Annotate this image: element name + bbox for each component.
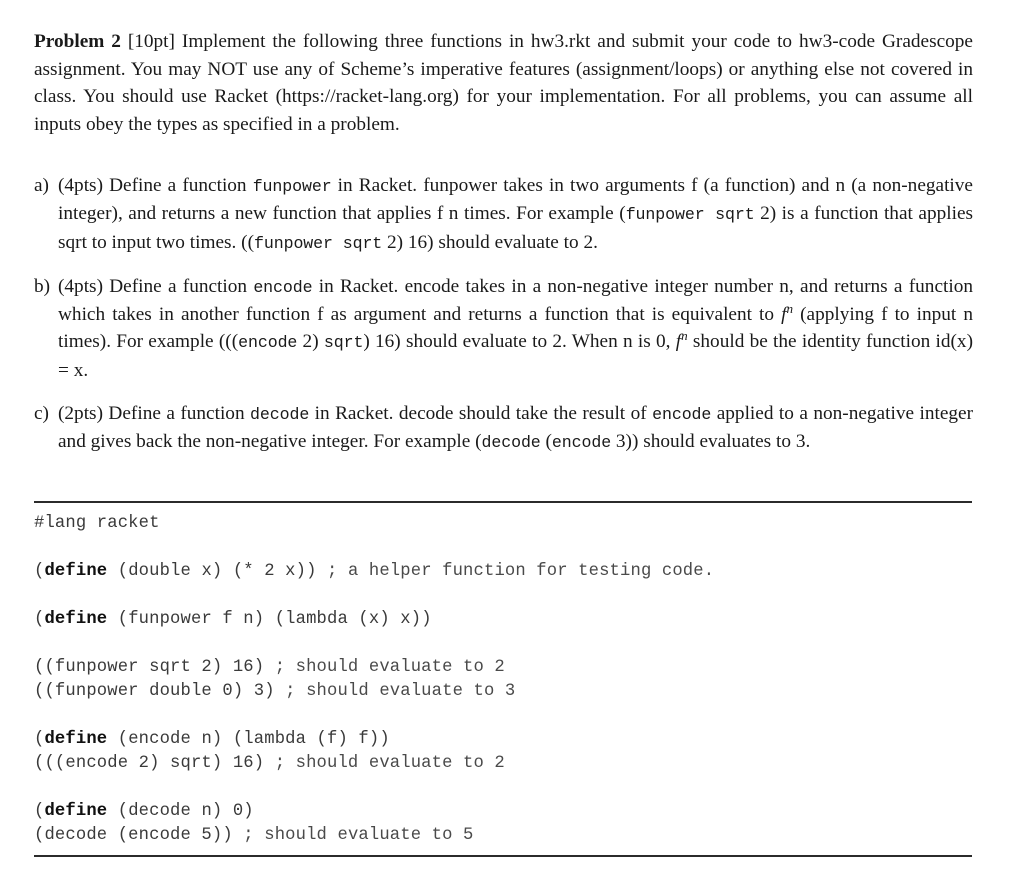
part-b-math-f-power-n-1: fn <box>781 302 793 325</box>
code-text: (double x) (* 2 x)) <box>107 562 328 581</box>
part-c-text-5: 3)) should evaluates to 3. <box>611 431 811 453</box>
code-text: (encode n) (lambda (f) f)) <box>107 730 390 749</box>
problem-part-c: c) (2pts) Define a function decode in Ra… <box>34 400 973 457</box>
problem-title: Problem 2 <box>34 31 121 53</box>
part-b-text-4: 2) <box>297 331 324 353</box>
part-c-body: (2pts) Define a function decode in Racke… <box>58 400 973 457</box>
code-line: ((funpower sqrt 2) 16) ; should evaluate… <box>34 656 972 680</box>
part-b-math-f-power-n-2: fn <box>676 330 688 353</box>
code-line: #lang racket <box>34 512 972 536</box>
part-a-marker: a) <box>34 175 49 196</box>
code-text: ((funpower double 0) 3) <box>34 682 286 701</box>
code-keyword: define <box>44 562 108 581</box>
code-keyword: define <box>44 802 108 821</box>
code-keyword: define <box>44 730 108 749</box>
code-comment: ; should evaluate to 2 <box>274 754 505 773</box>
part-c-marker: c) <box>34 403 49 425</box>
code-text: (decode (encode 5)) <box>34 826 244 845</box>
code-comment: ; should evaluate to 5 <box>243 826 474 845</box>
listing-bottom-rule <box>34 855 972 857</box>
part-c-text-1: Define a function <box>102 403 251 425</box>
code-line: (decode (encode 5)) ; should evaluate to… <box>34 824 972 848</box>
racket-code-block: #lang racket (define (double x) (* 2 x))… <box>34 503 972 855</box>
part-c-text-4: ( <box>540 431 552 453</box>
part-a-points: (4pts) <box>58 175 103 196</box>
code-line: (define (encode n) (lambda (f) f)) <box>34 728 972 752</box>
code-text: ( <box>34 802 45 821</box>
part-b-points: (4pts) <box>58 275 103 297</box>
code-text: ( <box>34 562 45 581</box>
part-b-body: (4pts) Define a function encode in Racke… <box>58 273 973 384</box>
part-b-text-5: ) 16) should evaluate to 2. When n is 0, <box>363 331 676 353</box>
code-line: (define (funpower f n) (lambda (x) x)) <box>34 608 972 632</box>
problem-parts-list: a) (4pts) Define a function funpower in … <box>34 172 973 457</box>
part-c-text-2: in Racket. decode should take the result… <box>309 403 653 425</box>
code-text: (((encode 2) sqrt) 16) <box>34 754 275 773</box>
problem-part-a: a) (4pts) Define a function funpower in … <box>34 172 973 257</box>
part-b-code-encode-2: encode <box>238 333 298 353</box>
part-a-code-funpower-sqrt-1: funpower sqrt <box>625 205 755 225</box>
problem-part-b: b) (4pts) Define a function encode in Ra… <box>34 273 973 384</box>
part-c-points: (2pts) <box>58 403 103 425</box>
code-text: (funpower f n) (lambda (x) x)) <box>107 610 432 629</box>
part-a-body: (4pts) Define a function funpower in Rac… <box>58 172 973 257</box>
part-b-code-sqrt: sqrt <box>323 333 364 353</box>
code-text: ( <box>34 730 45 749</box>
document-page: Problem 2 [10pt] Implement the following… <box>0 0 1027 877</box>
problem-statement-paragraph: Problem 2 [10pt] Implement the following… <box>34 28 973 138</box>
part-c-code-encode-2: encode <box>551 433 612 453</box>
problem-intro-text: Implement the following three functions … <box>34 31 973 135</box>
code-line: (define (double x) (* 2 x)) ; a helper f… <box>34 560 972 584</box>
part-b-marker: b) <box>34 275 51 297</box>
code-text: ( <box>34 610 45 629</box>
part-b-text-1: Define a function <box>102 275 254 297</box>
code-comment: ; should evaluate to 3 <box>285 682 516 701</box>
part-b-code-encode-1: encode <box>253 277 313 297</box>
part-a-code-funpower-1: funpower <box>252 177 332 196</box>
part-c-code-decode-1: decode <box>250 405 310 425</box>
problem-points: [10pt] <box>127 31 175 53</box>
code-listing: #lang racket (define (double x) (* 2 x))… <box>34 501 972 857</box>
code-text: #lang racket <box>34 514 160 533</box>
code-text: (decode n) 0) <box>107 802 254 821</box>
part-a-code-funpower-sqrt-2: funpower sqrt <box>254 233 383 253</box>
code-line: (define (decode n) 0) <box>34 800 972 824</box>
code-line: ((funpower double 0) 3) ; should evaluat… <box>34 680 972 704</box>
code-comment: ; should evaluate to 2 <box>274 658 505 677</box>
part-a-text-4: 2) 16) should evaluate to 2. <box>382 231 598 253</box>
code-text: ((funpower sqrt 2) 16) <box>34 658 275 677</box>
part-a-text-1: Define a function <box>102 175 253 196</box>
code-line: (((encode 2) sqrt) 16) ; should evaluate… <box>34 752 972 776</box>
code-keyword: define <box>44 610 108 629</box>
code-comment: ; a helper function for testing code. <box>327 562 715 581</box>
part-c-code-encode-1: encode <box>652 405 712 425</box>
part-c-code-decode-2: decode <box>481 433 541 453</box>
